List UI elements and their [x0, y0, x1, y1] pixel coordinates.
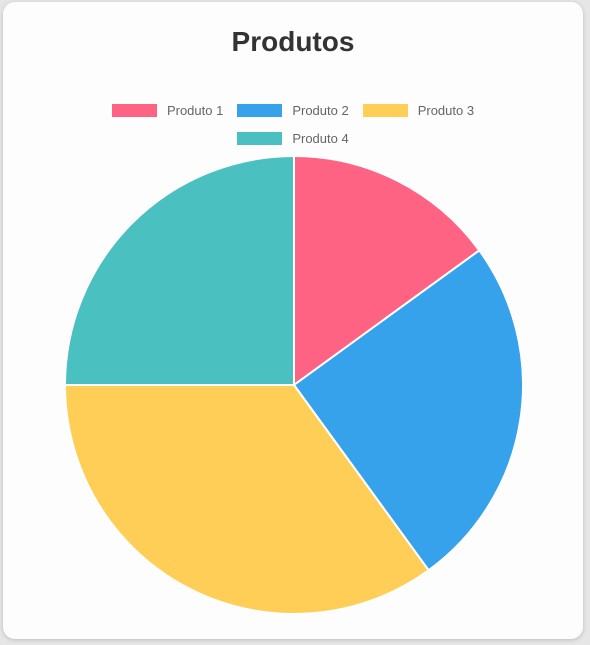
chart-card: Produtos Produto 1 Produto 2 Produto 3 P…	[3, 2, 583, 639]
pie-chart	[63, 154, 524, 615]
pie-slice-produto-4[interactable]	[63, 154, 295, 386]
